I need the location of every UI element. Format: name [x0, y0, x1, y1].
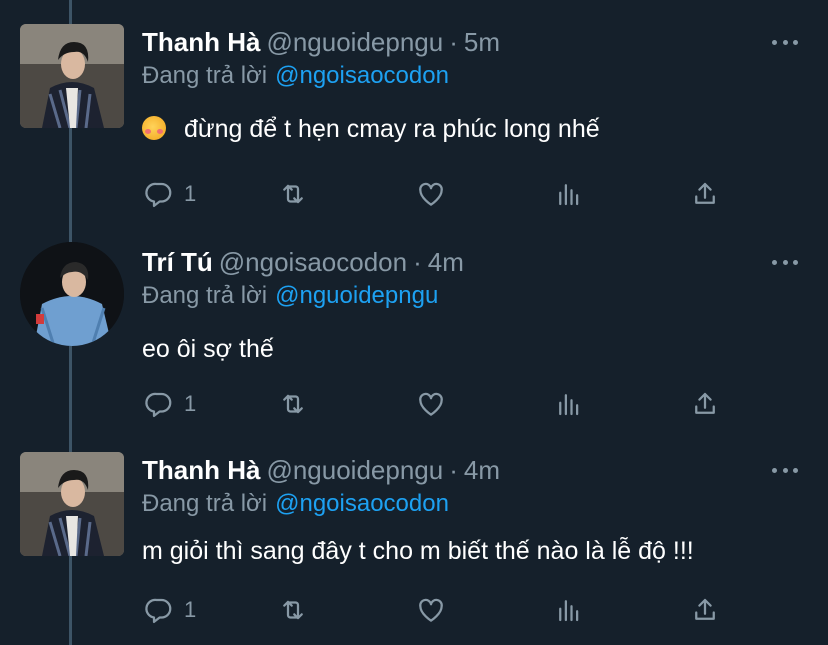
tweet-text-content: đừng để t hẹn cmay ra phúc long nhế	[184, 115, 600, 143]
timestamp[interactable]: 4m	[428, 247, 464, 277]
share-button[interactable]	[690, 176, 720, 212]
action-bar: 1	[142, 592, 742, 628]
heart-icon	[419, 182, 443, 206]
reply-icon	[145, 392, 172, 417]
analytics-icon	[559, 184, 579, 206]
display-name[interactable]: Thanh Hà	[142, 27, 260, 57]
tweet-text: eo ôi sợ thế	[142, 332, 274, 366]
reply-prefix: Đang trả lời	[142, 62, 268, 89]
retweet-icon	[283, 184, 303, 204]
analytics-button[interactable]	[554, 592, 584, 628]
retweet-button[interactable]	[278, 386, 308, 422]
tweet-text: đừng để t hẹn cmay ra phúc long nhế	[142, 112, 600, 146]
mention-link[interactable]: @ngoisaocodon	[275, 62, 449, 89]
display-name[interactable]: Trí Tú	[142, 247, 213, 277]
user-handle[interactable]: @ngoisaocodon	[219, 247, 407, 277]
tweet[interactable]: Trí Tú @ngoisaocodon · 4m Đang trả lời @nguo…	[0, 220, 828, 430]
reply-context: Đang trả lời @nguoidepngu	[142, 280, 438, 312]
reply-context: Đang trả lời @ngoisaocodon	[142, 60, 449, 92]
share-button[interactable]	[690, 386, 720, 422]
heart-icon	[419, 598, 443, 622]
action-bar: 1	[142, 176, 742, 212]
separator-dot: ·	[449, 455, 458, 485]
action-bar: 1	[142, 386, 742, 422]
analytics-icon	[559, 394, 579, 416]
user-handle[interactable]: @nguoidepngu	[266, 27, 443, 57]
timestamp[interactable]: 5m	[464, 27, 500, 57]
more-dots-icon[interactable]	[772, 32, 798, 52]
analytics-button[interactable]	[554, 176, 584, 212]
reply-icon	[145, 182, 172, 207]
tweet-header: Trí Tú @ngoisaocodon · 4m	[142, 246, 464, 278]
reply-button[interactable]: 1	[144, 386, 196, 422]
more-dots-icon[interactable]	[772, 252, 798, 272]
reply-button[interactable]: 1	[144, 592, 196, 628]
smiling-face-with-hearts-emoji	[142, 116, 166, 140]
more-dots-icon[interactable]	[772, 460, 798, 480]
mention-link[interactable]: @nguoidepngu	[275, 282, 438, 309]
user-handle[interactable]: @nguoidepngu	[266, 455, 443, 485]
separator-dot: ·	[413, 247, 422, 277]
avatar[interactable]	[20, 24, 124, 128]
tweet-header: Thanh Hà @nguoidepngu · 4m	[142, 454, 500, 486]
tweet-text: m giỏi thì sang đây t cho m biết thế nào…	[142, 534, 694, 568]
share-icon	[695, 598, 715, 620]
share-icon	[695, 392, 715, 414]
retweet-button[interactable]	[278, 592, 308, 628]
mention-link[interactable]: @ngoisaocodon	[275, 490, 449, 517]
share-icon	[695, 182, 715, 204]
retweet-icon	[283, 394, 303, 414]
reply-button[interactable]: 1	[144, 176, 196, 212]
analytics-icon	[559, 600, 579, 622]
tweet[interactable]: Thanh Hà @nguoidepngu · 4m Đang trả lời @ngo…	[0, 428, 828, 645]
reply-icon	[145, 598, 172, 623]
reply-count: 1	[184, 597, 197, 622]
like-button[interactable]	[416, 386, 446, 422]
separator-dot: ·	[449, 27, 458, 57]
share-button[interactable]	[690, 592, 720, 628]
retweet-icon	[283, 600, 303, 620]
tweet-text-content: eo ôi sợ thế	[142, 335, 274, 363]
tweet-header: Thanh Hà @nguoidepngu · 5m	[142, 26, 500, 58]
tweet[interactable]: Thanh Hà @nguoidepngu · 5m Đang trả lời @ngo…	[0, 0, 828, 226]
avatar-photo	[20, 452, 124, 556]
like-button[interactable]	[416, 592, 446, 628]
retweet-button[interactable]	[278, 176, 308, 212]
avatar[interactable]	[20, 452, 124, 556]
reply-prefix: Đang trả lời	[142, 490, 268, 517]
tweet-text-content: m giỏi thì sang đây t cho m biết thế nào…	[142, 537, 694, 565]
heart-icon	[419, 392, 443, 416]
display-name[interactable]: Thanh Hà	[142, 455, 260, 485]
analytics-button[interactable]	[554, 386, 584, 422]
reply-count: 1	[184, 181, 197, 206]
avatar-photo	[20, 242, 124, 346]
avatar-photo	[20, 24, 124, 128]
like-button[interactable]	[416, 176, 446, 212]
reply-count: 1	[184, 391, 197, 416]
reply-prefix: Đang trả lời	[142, 282, 268, 309]
reply-context: Đang trả lời @ngoisaocodon	[142, 488, 449, 520]
avatar[interactable]	[20, 242, 124, 346]
timestamp[interactable]: 4m	[464, 455, 500, 485]
